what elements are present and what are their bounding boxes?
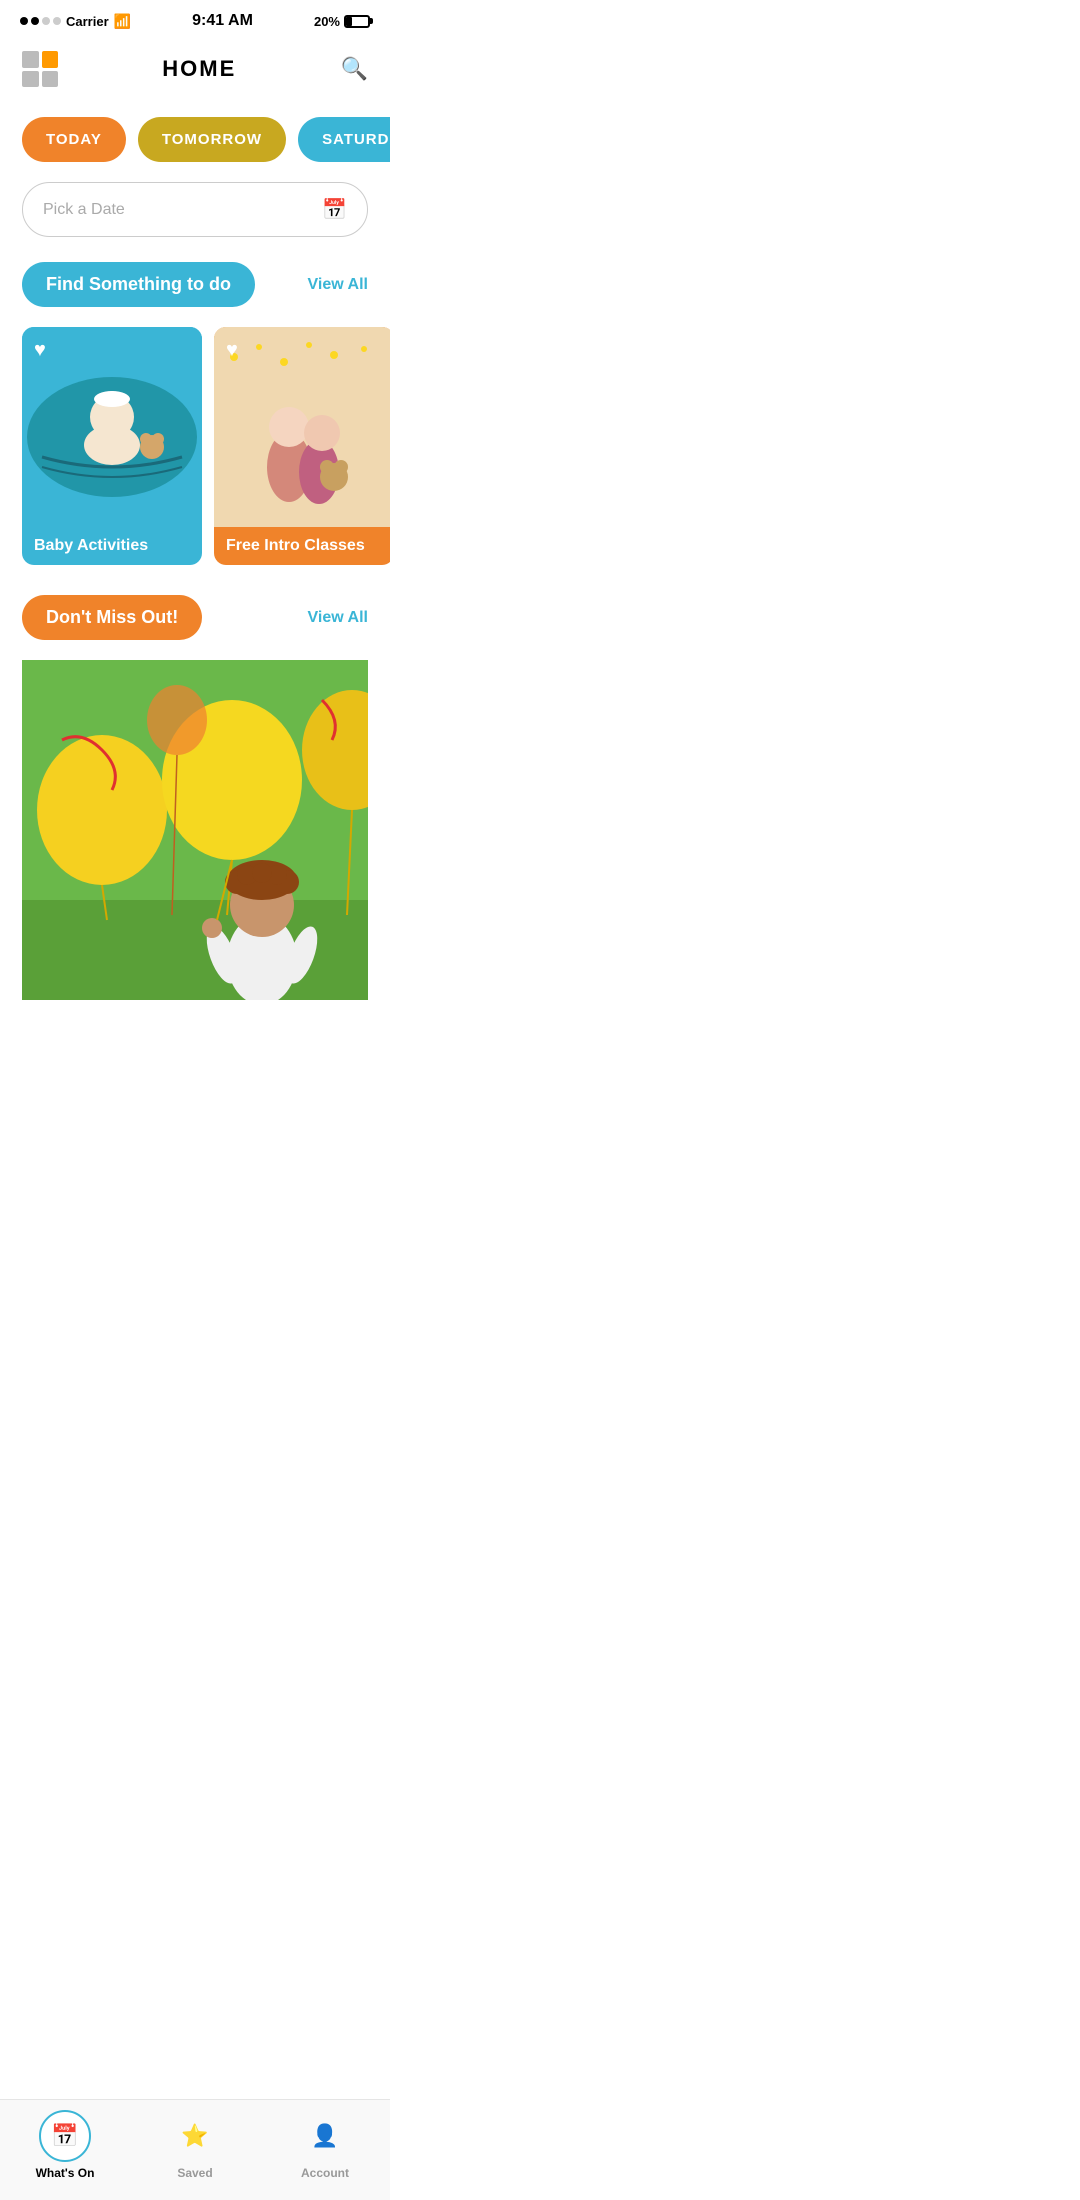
card-free-intro[interactable]: ♥ Free Intro Classes — [214, 327, 390, 565]
saved-icon-wrap: ⭐ — [169, 2110, 221, 2162]
activity-cards-row: ♥ Baby Activities — [0, 327, 390, 595]
dont-miss-view-all[interactable]: View All — [308, 609, 368, 627]
calendar-icon: 📅 — [322, 197, 347, 222]
date-picker[interactable]: Pick a Date 📅 — [22, 182, 368, 237]
day-tabs-row: TODAY TOMORROW SATURDAY SUNDA... — [0, 107, 390, 182]
find-view-all[interactable]: View All — [308, 276, 368, 294]
card-label-intro: Free Intro Classes — [214, 527, 390, 565]
status-left: Carrier 📶 — [20, 13, 131, 30]
signal-dot-2 — [31, 17, 39, 25]
whats-on-icon: 📅 — [51, 2123, 78, 2149]
time-display: 9:41 AM — [192, 12, 253, 30]
account-icon-wrap: 👤 — [299, 2110, 351, 2162]
tab-today[interactable]: TODAY — [22, 117, 126, 162]
status-right: 20% — [314, 14, 370, 29]
nav-saved[interactable]: ⭐ Saved — [155, 2110, 235, 2180]
wifi-icon: 📶 — [114, 13, 131, 30]
dont-miss-section-header: Don't Miss Out! View All — [0, 595, 390, 660]
tab-tomorrow[interactable]: TOMORROW — [138, 117, 286, 162]
signal-dots — [20, 17, 61, 25]
status-bar: Carrier 📶 9:41 AM 20% — [0, 0, 390, 36]
card-heart-baby[interactable]: ♥ — [34, 339, 46, 362]
bottom-nav: 📅 What's On ⭐ Saved 👤 Account — [0, 2099, 390, 2200]
date-picker-wrap: Pick a Date 📅 — [0, 182, 390, 262]
signal-dot-1 — [20, 17, 28, 25]
card-label-baby: Baby Activities — [22, 527, 202, 565]
card-heart-intro[interactable]: ♥ — [226, 339, 238, 362]
account-label: Account — [301, 2166, 349, 2180]
battery-percent: 20% — [314, 14, 340, 29]
dont-miss-title: Don't Miss Out! — [22, 595, 202, 640]
battery-bar — [344, 15, 370, 28]
find-section-title: Find Something to do — [22, 262, 255, 307]
nav-whats-on[interactable]: 📅 What's On — [25, 2110, 105, 2180]
grid-logo-icon[interactable] — [22, 51, 58, 87]
find-section-header: Find Something to do View All — [0, 262, 390, 327]
signal-dot-3 — [42, 17, 50, 25]
header: HOME 🔍 — [0, 36, 390, 107]
whats-on-icon-wrap: 📅 — [39, 2110, 91, 2162]
battery-fill — [346, 17, 352, 26]
saved-icon: ⭐ — [181, 2123, 208, 2149]
account-icon: 👤 — [311, 2123, 338, 2149]
date-picker-placeholder: Pick a Date — [43, 201, 125, 219]
balloon-scene[interactable] — [22, 660, 368, 1000]
nav-account[interactable]: 👤 Account — [285, 2110, 365, 2180]
page-title: HOME — [162, 56, 236, 82]
card-baby-activities[interactable]: ♥ Baby Activities — [22, 327, 202, 565]
saved-label: Saved — [177, 2166, 212, 2180]
signal-dot-4 — [53, 17, 61, 25]
search-icon[interactable]: 🔍 — [341, 56, 368, 82]
whats-on-label: What's On — [36, 2166, 95, 2180]
feature-image-section — [0, 660, 390, 1020]
carrier-label: Carrier — [66, 14, 109, 29]
tab-saturday[interactable]: SATURDAY — [298, 117, 390, 162]
